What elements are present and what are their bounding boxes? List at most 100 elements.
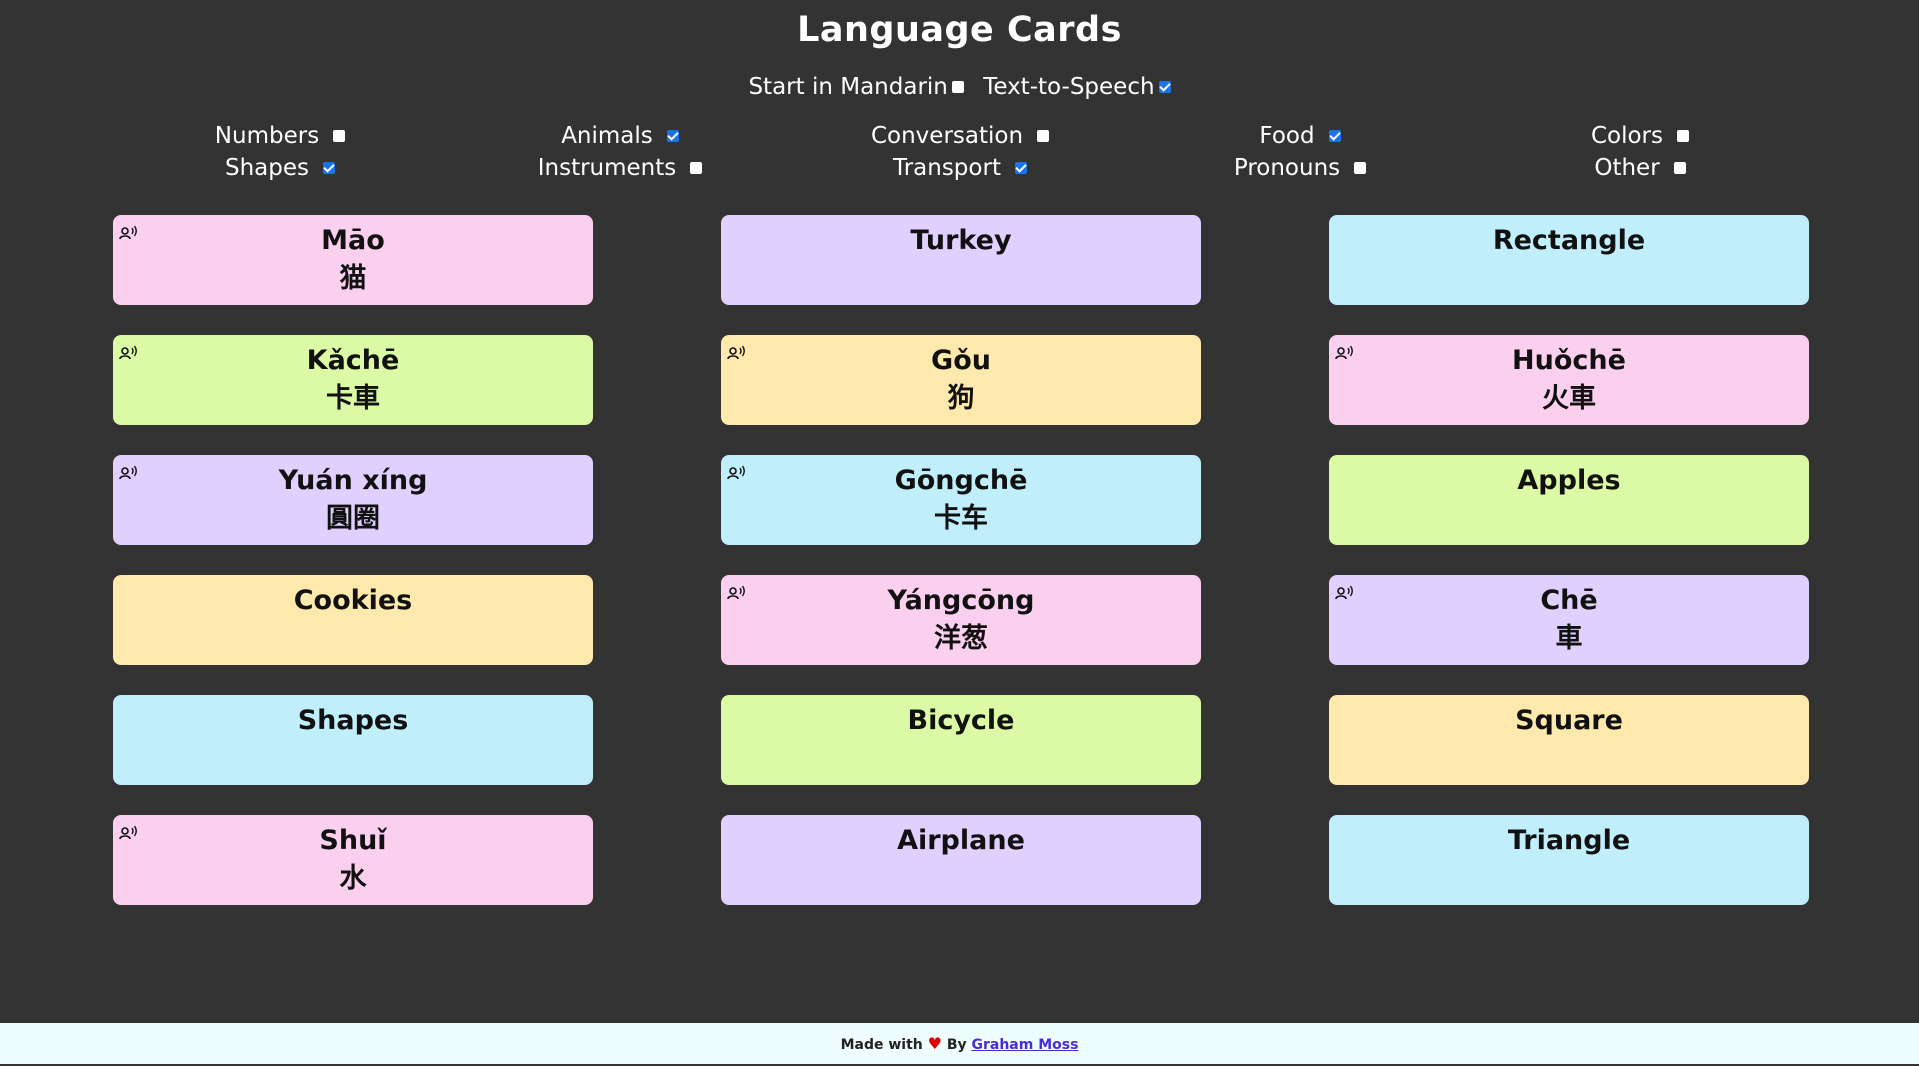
card-text: Cookies — [293, 585, 413, 616]
speaker-icon[interactable] — [1335, 345, 1355, 361]
language-card[interactable]: Bicycle — [721, 695, 1201, 785]
language-card[interactable]: Yángcōng 洋葱 — [721, 575, 1201, 665]
category-colors[interactable]: Colors — [1470, 120, 1810, 152]
card-text: Chē — [1540, 585, 1598, 616]
card-hanzi: 水 — [339, 863, 367, 894]
category-label: Pronouns — [1233, 155, 1341, 181]
language-card[interactable]: Gǒu 狗 — [721, 335, 1201, 425]
category-checkbox[interactable] — [666, 129, 679, 142]
speaker-icon[interactable] — [119, 225, 139, 241]
card-text: Shuǐ — [319, 825, 387, 856]
footer-by: By — [946, 1037, 967, 1053]
category-label: Colors — [1590, 123, 1664, 149]
start-mandarin-label: Start in Mandarin — [748, 74, 948, 100]
card-text: Turkey — [910, 225, 1012, 256]
card-hanzi: 火車 — [1542, 383, 1596, 414]
category-checkbox[interactable] — [323, 161, 335, 174]
speaker-icon[interactable] — [727, 345, 747, 361]
language-card[interactable]: Triangle — [1329, 815, 1809, 905]
category-conversation[interactable]: Conversation — [790, 120, 1130, 152]
language-card[interactable]: Turkey — [721, 215, 1201, 305]
card-hanzi: 圓圈 — [326, 503, 380, 534]
category-animals[interactable]: Animals — [450, 120, 790, 152]
card-text: Gǒu — [931, 345, 991, 376]
category-label: Transport — [893, 155, 1001, 181]
tts-label: Text-to-Speech — [983, 74, 1155, 100]
card-hanzi: 猫 — [339, 263, 367, 294]
category-numbers[interactable]: Numbers — [110, 120, 450, 152]
category-shapes[interactable]: Shapes — [110, 152, 450, 184]
category-checkbox[interactable] — [1354, 161, 1367, 174]
card-text: Yuán xíng — [278, 465, 428, 496]
category-checkbox[interactable] — [1328, 129, 1341, 142]
card-hanzi: 卡車 — [326, 383, 380, 414]
card-text: Rectangle — [1492, 225, 1646, 256]
card-hanzi: 狗 — [947, 383, 975, 414]
language-card[interactable]: Chē 車 — [1329, 575, 1809, 665]
options-bar: Start in Mandarin Text-to-Speech — [0, 74, 1919, 100]
author-link[interactable]: Graham Moss — [972, 1037, 1079, 1053]
category-checkbox[interactable] — [1677, 129, 1690, 142]
category-transport[interactable]: Transport — [790, 152, 1130, 184]
category-label: Shapes — [224, 155, 309, 181]
speaker-icon[interactable] — [119, 465, 139, 481]
category-column: Animals Instruments — [450, 120, 790, 190]
category-food[interactable]: Food — [1130, 120, 1470, 152]
language-card[interactable]: Māo 猫 — [113, 215, 593, 305]
category-pronouns[interactable]: Pronouns — [1130, 152, 1470, 184]
language-card[interactable]: Gōngchē 卡车 — [721, 455, 1201, 545]
category-checkbox[interactable] — [1037, 129, 1050, 142]
card-text: Airplane — [897, 825, 1025, 856]
category-checkbox[interactable] — [1014, 161, 1027, 174]
language-card[interactable]: Shuǐ 水 — [113, 815, 593, 905]
card-text: Kǎchē — [306, 345, 400, 376]
page-title: Language Cards — [797, 10, 1122, 50]
category-checkbox[interactable] — [333, 129, 346, 142]
card-text: Square — [1515, 705, 1623, 736]
language-card[interactable]: Cookies — [113, 575, 593, 665]
language-card[interactable]: Airplane — [721, 815, 1201, 905]
tts-option[interactable]: Text-to-Speech — [983, 74, 1171, 100]
card-hanzi: 洋葱 — [934, 623, 988, 654]
category-label: Other — [1594, 155, 1660, 181]
card-text: Gōngchē — [894, 465, 1028, 496]
card-text: Shapes — [297, 705, 409, 736]
language-card[interactable]: Kǎchē 卡車 — [113, 335, 593, 425]
category-label: Animals — [561, 123, 653, 149]
language-card[interactable]: Rectangle — [1329, 215, 1809, 305]
category-checkbox[interactable] — [690, 161, 703, 174]
card-hanzi: 車 — [1555, 623, 1583, 654]
category-column: Numbers Shapes — [110, 120, 450, 190]
category-instruments[interactable]: Instruments — [450, 152, 790, 184]
category-label: Numbers — [214, 123, 320, 149]
language-card[interactable]: Yuán xíng 圓圈 — [113, 455, 593, 545]
speaker-icon[interactable] — [727, 585, 747, 601]
card-hanzi: 卡车 — [934, 503, 988, 534]
start-mandarin-checkbox[interactable] — [951, 80, 964, 93]
card-text: Apples — [1517, 465, 1621, 496]
card-text: Triangle — [1507, 825, 1631, 856]
card-text: Huǒchē — [1512, 345, 1626, 376]
card-grid: Māo 猫 Turkey Rectangle Kǎchē 卡車 Gǒu 狗 Huǒchē 火車 Yu… — [113, 215, 1809, 905]
category-label: Conversation — [870, 123, 1024, 149]
language-card[interactable]: Square — [1329, 695, 1809, 785]
category-checkbox[interactable] — [1673, 161, 1686, 174]
card-text: Māo — [321, 225, 385, 256]
start-mandarin-option[interactable]: Start in Mandarin — [748, 74, 964, 100]
language-card[interactable]: Shapes — [113, 695, 593, 785]
language-card[interactable]: Huǒchē 火車 — [1329, 335, 1809, 425]
tts-checkbox[interactable] — [1158, 80, 1171, 93]
category-filters: Numbers Shapes Animals Instruments Conversat… — [110, 120, 1810, 190]
category-column: Food Pronouns — [1130, 120, 1470, 190]
speaker-icon[interactable] — [1335, 585, 1355, 601]
language-card[interactable]: Apples — [1329, 455, 1809, 545]
card-text: Bicycle — [907, 705, 1015, 736]
speaker-icon[interactable] — [119, 345, 139, 361]
category-other[interactable]: Other — [1470, 152, 1810, 184]
category-label: Food — [1259, 123, 1315, 149]
card-text: Yángcōng — [887, 585, 1035, 616]
heart-icon: ♥ — [927, 1034, 942, 1053]
speaker-icon[interactable] — [727, 465, 747, 481]
category-column: Conversation Transport — [790, 120, 1130, 190]
speaker-icon[interactable] — [119, 825, 139, 841]
